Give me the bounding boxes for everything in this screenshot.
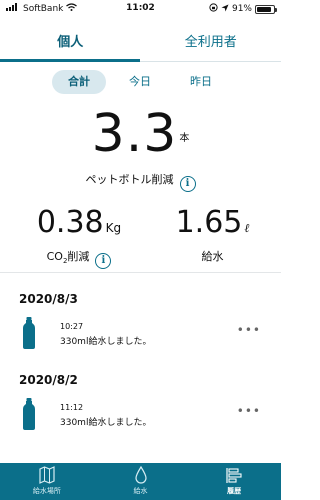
water-unit: ℓ <box>244 221 250 235</box>
period-selector: 合計 今日 昨日 <box>52 70 228 94</box>
period-total[interactable]: 合計 <box>52 70 106 94</box>
battery-percent: 91% <box>231 4 252 14</box>
nav-label: 給水場所 <box>32 487 61 495</box>
co2-unit: Kg <box>105 221 122 235</box>
co2-label: CO2削減 i <box>24 248 134 269</box>
lock-rotation-icon <box>209 3 218 15</box>
status-right: 91% <box>209 3 277 15</box>
bottle-reduction-stat: 3.3 本 <box>0 103 281 165</box>
history-time: 10:27 <box>60 322 84 331</box>
battery-icon <box>255 4 277 14</box>
history-message: 330ml給水しました。 <box>60 418 152 428</box>
nav-label: 給水 <box>133 487 148 495</box>
status-bar: SoftBank 11:02 91% <box>0 0 281 18</box>
history-message: 330ml給水しました。 <box>60 337 152 347</box>
history-date: 2020/8/3 <box>19 292 78 306</box>
history-time: 11:12 <box>60 403 84 412</box>
period-yesterday[interactable]: 昨日 <box>174 70 228 94</box>
period-today[interactable]: 今日 <box>113 70 167 94</box>
nav-refill[interactable]: 給水 <box>94 463 188 500</box>
co2-value: 0.38 <box>36 205 104 240</box>
bottom-nav: 給水場所 給水 履歴 <box>0 463 281 500</box>
nav-label: 履歴 <box>227 487 242 495</box>
tab-personal[interactable]: 個人 <box>0 22 141 62</box>
location-icon <box>221 4 229 15</box>
bottle-reduction-label: ペットボトル削減 <box>85 173 174 186</box>
history-icon <box>187 466 281 484</box>
water-label: 給水 <box>201 250 224 263</box>
section-divider <box>0 272 281 273</box>
more-options-icon[interactable]: ••• <box>237 323 261 337</box>
nav-history[interactable]: 履歴 <box>187 463 281 500</box>
map-icon <box>0 466 94 484</box>
water-stat: 1.65 ℓ 給水 <box>150 205 275 264</box>
bottle-icon <box>22 398 36 434</box>
more-options-icon[interactable]: ••• <box>237 404 261 418</box>
history-entry[interactable]: 11:12 330ml給水しました。 ••• <box>0 398 281 436</box>
info-icon[interactable]: i <box>179 176 196 192</box>
bottle-unit: 本 <box>179 133 190 144</box>
water-value: 1.65 <box>175 205 243 240</box>
top-tabs: 個人 全利用者 <box>0 22 281 62</box>
bottle-reduction-label-row: ペットボトル削減 i <box>0 171 281 192</box>
co2-stat: 0.38 Kg CO2削減 i <box>24 205 134 269</box>
co2-info-icon[interactable]: i <box>95 253 112 269</box>
history-entry[interactable]: 10:27 330ml給水しました。 ••• <box>0 317 281 355</box>
bottle-reduction-value: 3.3 <box>91 104 178 164</box>
tab-all-users[interactable]: 全利用者 <box>141 22 282 62</box>
bottle-icon <box>22 317 36 353</box>
active-tab-indicator <box>0 59 140 62</box>
nav-water-spots[interactable]: 給水場所 <box>0 463 94 500</box>
water-drop-icon <box>94 465 188 484</box>
history-date: 2020/8/2 <box>19 373 78 387</box>
